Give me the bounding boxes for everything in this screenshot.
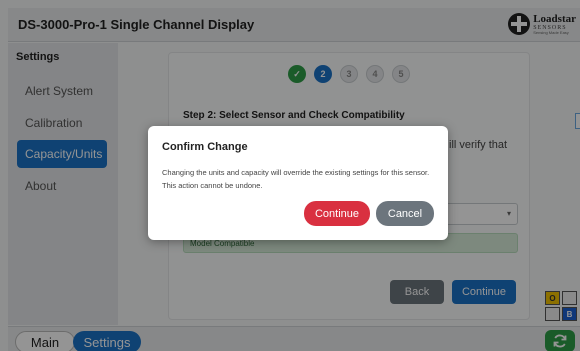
dialog-message: Changing the units and capacity will ove…: [162, 168, 430, 190]
app-window: DS-3000-Pro-1 Single Channel Display Loa…: [0, 0, 580, 351]
dialog-title: Confirm Change: [162, 141, 248, 153]
confirm-change-dialog: Confirm Change Changing the units and ca…: [148, 126, 448, 240]
dialog-continue-button[interactable]: Continue: [304, 201, 370, 226]
dialog-cancel-button[interactable]: Cancel: [376, 201, 434, 226]
